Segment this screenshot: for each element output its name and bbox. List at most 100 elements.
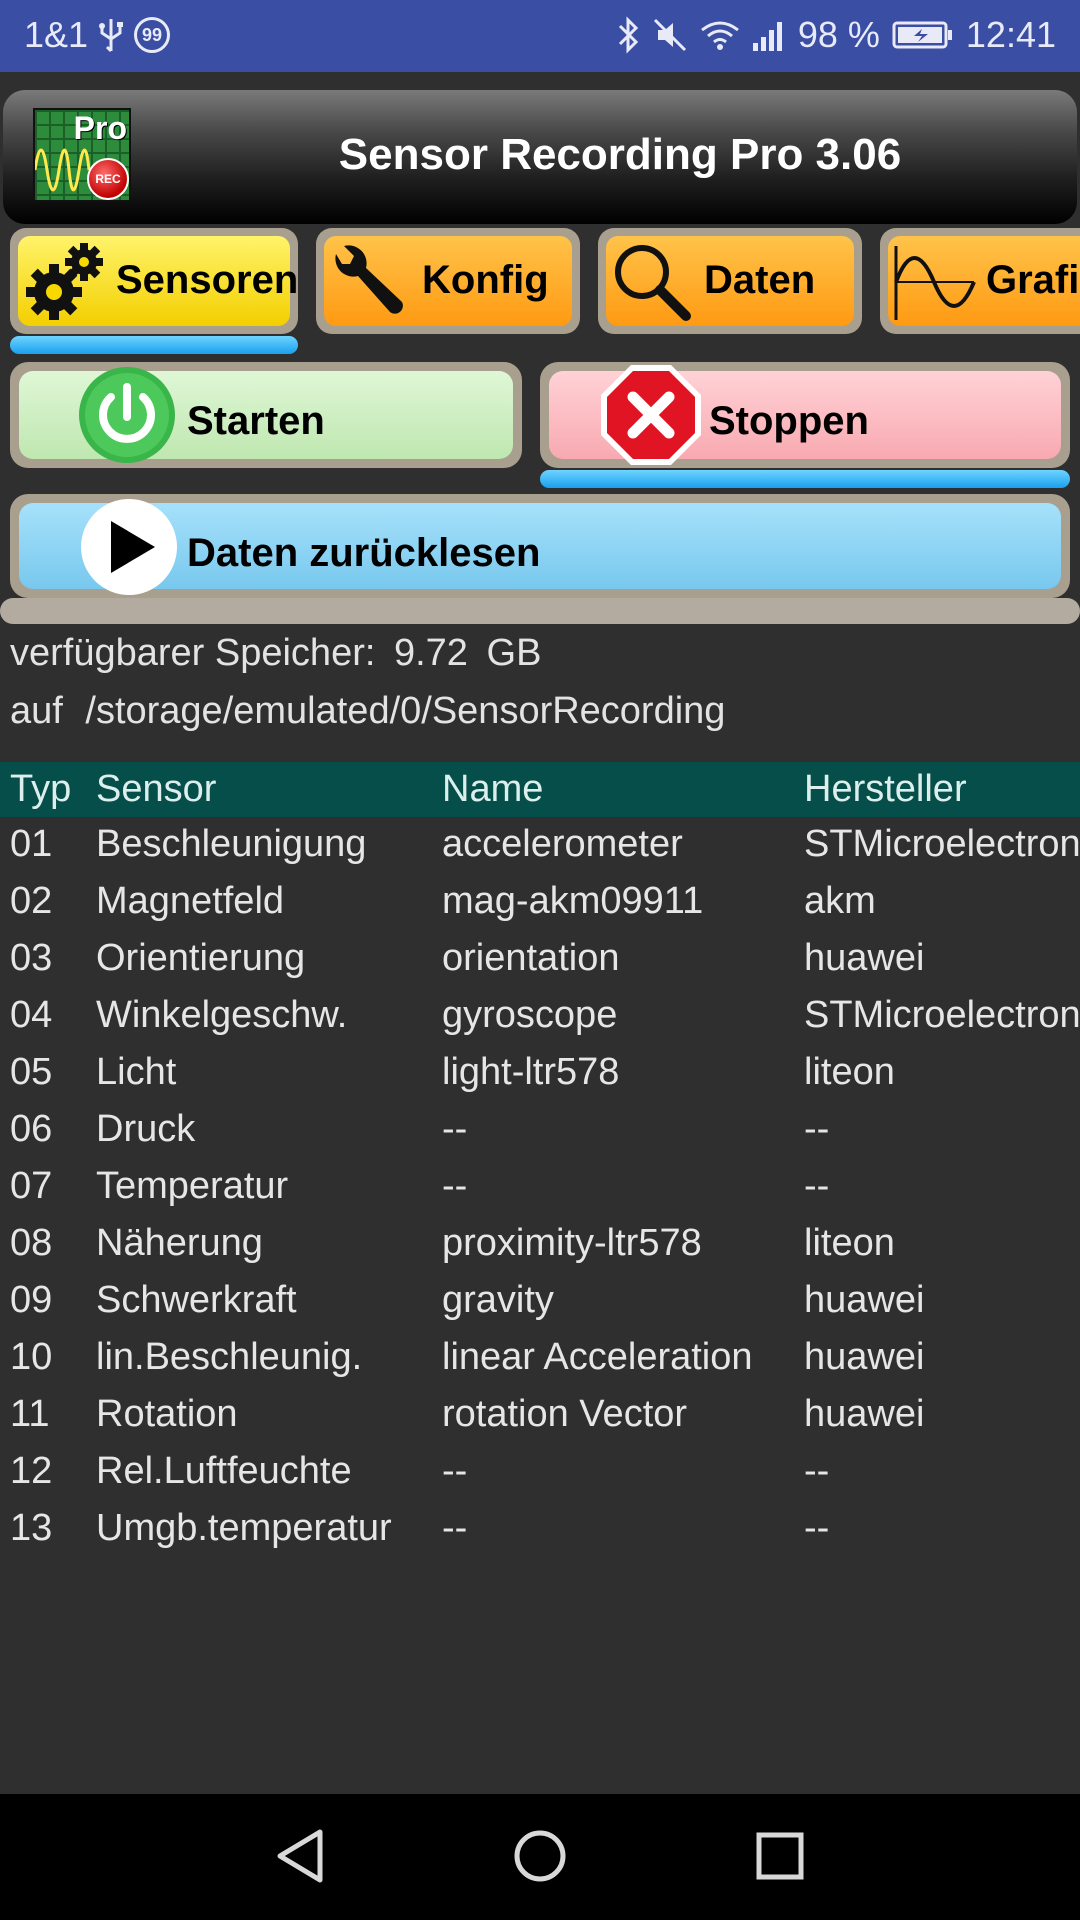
tab-sensoren-label: Sensoren (116, 258, 299, 302)
mute-icon (652, 15, 688, 55)
row-sensor: Orientierung (96, 937, 306, 979)
row-typ: 09 (10, 1279, 53, 1321)
header-typ: Typ (10, 768, 72, 810)
read-back-data-button[interactable]: Daten zurücklesen (10, 494, 1070, 598)
table-header-row: Typ Sensor Name Hersteller (0, 762, 1080, 817)
table-row: 08 Näherung proximity-ltr578 liteon (0, 1216, 1080, 1273)
row-name: mag-akm09911 (442, 880, 704, 922)
tab-daten-label: Daten (704, 258, 816, 302)
sensor-table: Typ Sensor Name Hersteller 01 Beschleunig… (0, 762, 1080, 1558)
table-row: 03 Orientierung orientation huawei (0, 931, 1080, 988)
storage-available-value: 9.72 (393, 632, 468, 674)
tab-daten[interactable]: Daten (598, 228, 862, 334)
tab-grafik[interactable]: Grafi (880, 228, 1080, 334)
row-typ: 05 (10, 1051, 53, 1093)
table-row: 12 Rel.Luftfeuchte -- -- (0, 1444, 1080, 1501)
start-button-label: Starten (187, 399, 325, 443)
row-maker: -- (804, 1450, 830, 1492)
row-name: -- (442, 1108, 468, 1150)
notification-count-icon: 99 (134, 17, 171, 53)
row-typ: 12 (10, 1450, 53, 1492)
tab-konfig-label: Konfig (422, 258, 549, 302)
row-name: -- (442, 1507, 468, 1549)
row-name: gravity (442, 1279, 554, 1321)
row-sensor: Temperatur (96, 1165, 289, 1207)
table-row: 02 Magnetfeld mag-akm09911 akm (0, 874, 1080, 931)
row-name: proximity-ltr578 (442, 1222, 702, 1264)
tab-konfig[interactable]: Konfig (316, 228, 580, 334)
row-sensor: Rel.Luftfeuchte (96, 1450, 352, 1492)
header-sensor: Sensor (96, 768, 217, 810)
back-icon[interactable] (268, 1824, 332, 1888)
row-typ: 03 (10, 937, 53, 979)
stop-button-label: Stoppen (709, 399, 869, 443)
storage-divider-bar (0, 598, 1080, 624)
power-icon (79, 367, 175, 463)
row-name: -- (442, 1165, 468, 1207)
status-bar-right: 98 % 12:41 (616, 14, 1056, 56)
bluetooth-icon (616, 15, 640, 55)
storage-location-prefix: auf (10, 690, 63, 732)
row-maker: STMicroelectronics (804, 994, 1080, 1036)
play-icon (81, 499, 177, 595)
status-bar-left: 1&1 99 (24, 14, 171, 56)
home-icon[interactable] (508, 1824, 572, 1888)
row-maker: STMicroelectronics (804, 823, 1080, 865)
signal-icon (752, 15, 786, 55)
row-name: orientation (442, 937, 620, 979)
magnifier-icon (615, 245, 691, 321)
row-sensor: lin.Beschleunig. (96, 1336, 363, 1378)
row-typ: 08 (10, 1222, 53, 1264)
recent-apps-icon[interactable] (748, 1824, 812, 1888)
table-row: 13 Umgb.temperatur -- -- (0, 1501, 1080, 1558)
gears-icon (26, 243, 103, 320)
storage-location: auf /storage/emulated/0/SensorRecording (10, 690, 725, 733)
clock: 12:41 (965, 14, 1056, 55)
row-sensor: Beschleunigung (96, 823, 367, 865)
row-name: rotation Vector (442, 1393, 688, 1435)
row-name: linear Acceleration (442, 1336, 753, 1378)
row-maker: -- (804, 1507, 830, 1549)
row-maker: huawei (804, 1279, 925, 1321)
storage-available-unit: GB (486, 632, 542, 674)
header-maker: Hersteller (804, 768, 967, 810)
row-typ: 10 (10, 1336, 53, 1378)
row-maker: liteon (804, 1051, 895, 1093)
table-row: 07 Temperatur -- -- (0, 1159, 1080, 1216)
row-maker: -- (804, 1108, 830, 1150)
navigation-bar (0, 1794, 1080, 1920)
row-sensor: Rotation (96, 1393, 238, 1435)
battery-charging-icon (892, 15, 954, 55)
row-name: light-ltr578 (442, 1051, 620, 1093)
row-maker: huawei (804, 937, 925, 979)
row-name: gyroscope (442, 994, 618, 1036)
carrier-name: 1&1 (24, 14, 89, 55)
row-maker: -- (804, 1165, 830, 1207)
status-bar: 1&1 99 98 % 12:41 (0, 0, 1080, 72)
read-back-data-label: Daten zurücklesen (187, 531, 541, 575)
row-typ: 07 (10, 1165, 53, 1207)
row-sensor: Winkelgeschw. (96, 994, 348, 1036)
row-typ: 02 (10, 880, 53, 922)
table-row: 10 lin.Beschleunig. linear Acceleration hua… (0, 1330, 1080, 1387)
start-button[interactable]: Starten (10, 362, 522, 468)
stop-button[interactable]: Stoppen (540, 362, 1070, 468)
storage-location-path: /storage/emulated/0/SensorRecording (85, 690, 726, 732)
table-row: 09 Schwerkraft gravity huawei (0, 1273, 1080, 1330)
stop-sign-icon (601, 365, 701, 465)
selected-tab-indicator (10, 336, 298, 354)
row-name: accelerometer (442, 823, 683, 865)
row-sensor: Näherung (96, 1222, 263, 1264)
app-header: Pro REC Sensor Recording Pro 3.06 (3, 90, 1077, 224)
row-sensor: Schwerkraft (96, 1279, 297, 1321)
table-row: 01 Beschleunigung accelerometer STMicroelec… (0, 817, 1080, 874)
row-maker: akm (804, 880, 876, 922)
row-maker: liteon (804, 1222, 895, 1264)
row-sensor: Druck (96, 1108, 196, 1150)
row-name: -- (442, 1450, 468, 1492)
tab-sensoren[interactable]: Sensoren (10, 228, 298, 334)
table-row: 05 Licht light-ltr578 liteon (0, 1045, 1080, 1102)
sine-wave-icon (894, 246, 976, 320)
usb-icon (98, 15, 124, 55)
row-typ: 13 (10, 1507, 53, 1549)
